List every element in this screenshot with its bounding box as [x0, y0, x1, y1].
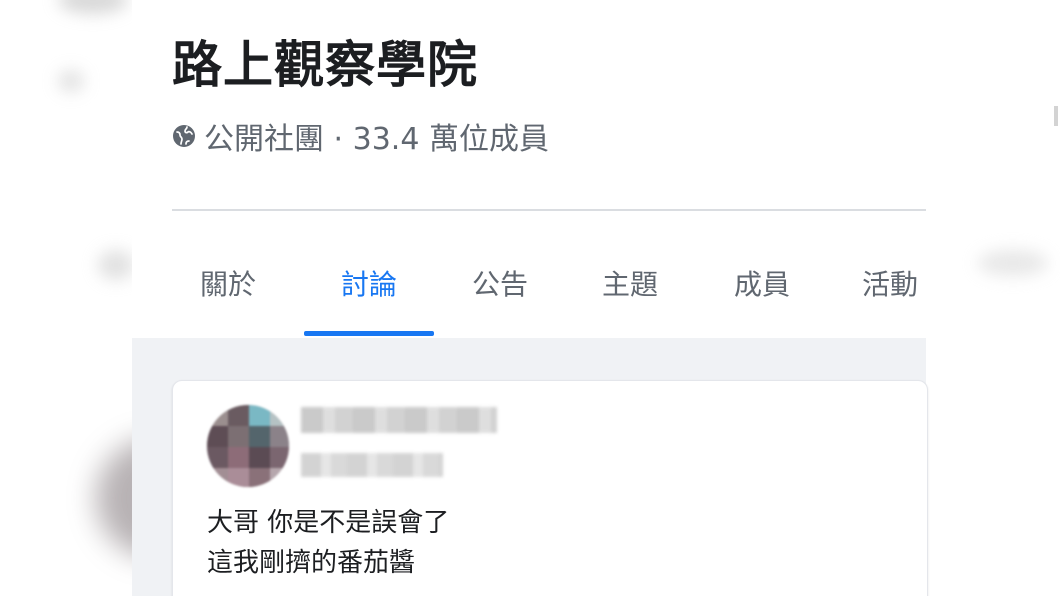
- group-title[interactable]: 路上觀察學院: [172, 30, 478, 100]
- group-privacy-member-count: 公開社團 · 33.4 萬位成員: [204, 122, 549, 157]
- post-card: 大哥 你是不是誤會了 這我剛擠的番茄醬: [172, 380, 928, 596]
- post-text: 大哥 你是不是誤會了 這我剛擠的番茄醬: [207, 503, 449, 583]
- tab-topics[interactable]: 主題: [592, 230, 668, 336]
- screenshot-stage: 路上觀察學院 公開社團 · 33.4 萬位成員 關於 討論 公告 主題 成員 活…: [0, 0, 1060, 596]
- tab-about[interactable]: 關於: [190, 230, 266, 336]
- tab-announcements[interactable]: 公告: [462, 230, 538, 336]
- header-divider: [172, 209, 926, 211]
- post-text-line: 大哥 你是不是誤會了: [207, 508, 450, 538]
- group-meta: 公開社團 · 33.4 萬位成員: [172, 114, 549, 158]
- background-blur: [98, 250, 134, 280]
- tab-events[interactable]: 活動: [854, 230, 926, 336]
- tab-discussion[interactable]: 討論: [304, 230, 434, 336]
- background-blur: [58, 0, 128, 14]
- avatar[interactable]: [207, 405, 289, 487]
- background-blur: [58, 70, 84, 92]
- globe-icon: [173, 125, 195, 147]
- post-text-line: 這我剛擠的番茄醬: [207, 548, 416, 578]
- group-page-panel: 路上觀察學院 公開社團 · 33.4 萬位成員 關於 討論 公告 主題 成員 活…: [132, 0, 1058, 596]
- background-blur: [978, 250, 1048, 276]
- blurred-author-name: [301, 407, 497, 433]
- blurred-post-meta: [301, 453, 443, 477]
- group-tabs: 關於 討論 公告 主題 成員 活動: [172, 230, 932, 336]
- tab-members[interactable]: 成員: [724, 230, 800, 336]
- edge-fragment: [1054, 106, 1058, 126]
